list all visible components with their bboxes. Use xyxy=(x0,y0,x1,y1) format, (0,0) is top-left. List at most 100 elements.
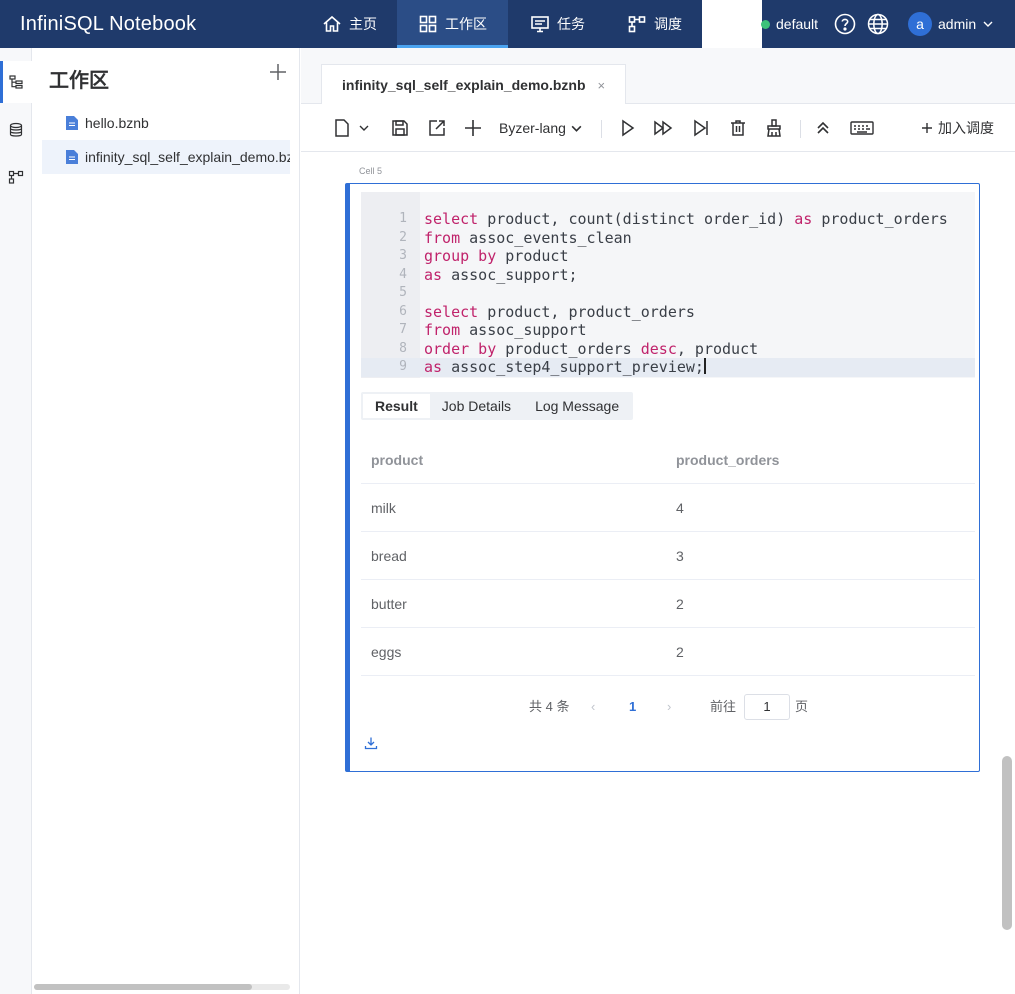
code-line[interactable]: 5 xyxy=(361,284,975,303)
editor-tab-bar: infinity_sql_self_explain_demo.bznb × xyxy=(301,48,1015,105)
table-row: butter 2 xyxy=(361,580,975,628)
line-number: 2 xyxy=(399,229,407,245)
code-text: as assoc_support; xyxy=(424,266,578,285)
new-file-button[interactable] xyxy=(331,116,371,140)
help-icon[interactable] xyxy=(834,13,856,35)
environment-selector[interactable]: default xyxy=(761,0,818,48)
tab-notebook[interactable]: infinity_sql_self_explain_demo.bznb × xyxy=(321,64,627,105)
broom-icon xyxy=(767,119,781,137)
next-page-button[interactable]: › xyxy=(667,694,671,720)
code-line[interactable]: 4 as assoc_support; xyxy=(361,266,975,285)
chevron-down-icon xyxy=(571,125,582,132)
code-line[interactable]: 2 from assoc_events_clean xyxy=(361,229,975,248)
workspace-panel: 工作区 hello.bznb infinity_sql_self_explain… xyxy=(32,48,300,994)
sql-keyword: desc xyxy=(640,339,677,358)
collapse-button[interactable] xyxy=(811,116,835,140)
file-tree-icon xyxy=(9,75,23,89)
prev-page-button[interactable]: ‹ xyxy=(591,694,595,720)
tab-job-details[interactable]: Job Details xyxy=(430,394,523,418)
file-item[interactable]: infinity_sql_self_explain_demo.bznb xyxy=(42,140,290,174)
keyboard-shortcuts-button[interactable] xyxy=(849,116,875,140)
scrollbar-thumb[interactable] xyxy=(34,984,252,990)
table-row: milk 4 xyxy=(361,484,975,532)
skip-forward-icon xyxy=(694,119,708,137)
code-line[interactable]: 8 order by product_orders desc, product xyxy=(361,340,975,359)
table-cell: eggs xyxy=(371,644,402,660)
nav-tasks-label: 任务 xyxy=(557,16,585,32)
line-number: 1 xyxy=(399,211,407,226)
nav-schedule[interactable]: 调度 xyxy=(623,0,686,48)
code-cell[interactable]: 1 select product, count(distinct order_id… xyxy=(345,183,980,772)
tab-log-message[interactable]: Log Message xyxy=(523,394,631,418)
globe-icon[interactable] xyxy=(867,13,889,35)
sql-keyword: as xyxy=(424,265,443,284)
export-button[interactable] xyxy=(425,116,449,140)
code-line[interactable]: 6 select product, product_orders xyxy=(361,303,975,322)
run-all-button[interactable] xyxy=(651,116,675,140)
nav-schedule-label: 调度 xyxy=(654,16,682,32)
add-cell-button[interactable] xyxy=(461,116,485,140)
tab-label: infinity_sql_self_explain_demo.bznb xyxy=(342,77,586,93)
database-icon xyxy=(9,122,23,137)
vertical-scrollbar[interactable] xyxy=(1002,756,1012,930)
table-cell: bread xyxy=(371,548,407,564)
run-to-end-button[interactable] xyxy=(689,116,713,140)
workspace-title: 工作区 xyxy=(49,70,109,92)
document-icon xyxy=(66,116,78,130)
language-select[interactable]: Byzer-lang xyxy=(499,117,583,139)
rail-workflow[interactable] xyxy=(0,156,32,198)
goto-page-input[interactable]: 1 xyxy=(744,694,790,720)
app-title: InfiniSQL Notebook xyxy=(20,13,197,35)
nav-workspace-label: 工作区 xyxy=(445,16,487,32)
sql-text: assoc_support; xyxy=(442,265,578,284)
code-line[interactable]: 3 group by product xyxy=(361,247,975,266)
user-name: admin xyxy=(938,16,977,32)
code-text: as assoc_step4_support_preview; xyxy=(424,358,706,377)
save-icon xyxy=(392,120,408,136)
page-number[interactable]: 1 xyxy=(629,694,636,720)
save-button[interactable] xyxy=(388,116,412,140)
pagination: 共 4 条 ‹ 1 › 前往 1 页 xyxy=(350,694,980,720)
add-to-schedule-button[interactable]: 加入调度 xyxy=(921,117,994,139)
rail-database[interactable] xyxy=(0,109,32,151)
chevron-down-icon xyxy=(983,21,993,27)
flow-icon xyxy=(8,170,24,184)
column-header[interactable]: product xyxy=(371,436,423,484)
code-editor[interactable]: 1 select product, count(distinct order_id… xyxy=(361,192,975,378)
column-header[interactable]: product_orders xyxy=(676,436,779,484)
toolbar-divider xyxy=(601,120,602,138)
horizontal-scrollbar[interactable] xyxy=(34,984,290,990)
new-file-icon xyxy=(335,119,349,137)
clear-output-button[interactable] xyxy=(762,116,786,140)
grid-icon xyxy=(419,15,437,33)
code-line[interactable]: 1 select product, count(distinct order_id… xyxy=(361,210,975,229)
play-icon xyxy=(622,119,635,137)
nav-home[interactable]: 主页 xyxy=(318,0,381,48)
page-suffix: 页 xyxy=(795,699,809,714)
code-line[interactable]: 7 from assoc_support xyxy=(361,321,975,340)
close-icon[interactable]: × xyxy=(598,78,606,93)
code-line[interactable]: 9 as assoc_step4_support_preview; xyxy=(361,358,975,377)
nav-tasks[interactable]: 任务 xyxy=(526,0,589,48)
flow-icon xyxy=(628,16,646,33)
code-text: group by product xyxy=(424,247,569,266)
rail-file-tree[interactable] xyxy=(0,61,32,103)
cell-label: Cell 5 xyxy=(359,166,383,176)
schedule-label: 加入调度 xyxy=(938,120,994,136)
download-icon[interactable] xyxy=(364,736,378,750)
plus-icon xyxy=(465,120,481,136)
toolbar-divider xyxy=(800,120,801,138)
delete-cell-button[interactable] xyxy=(726,116,750,140)
line-number: 4 xyxy=(399,266,407,282)
notebook-canvas: Cell 5 1 select product, count(distinct o… xyxy=(301,153,1015,994)
table-cell: 2 xyxy=(676,644,684,660)
sql-text: assoc_events_clean xyxy=(460,228,632,247)
file-item[interactable]: hello.bznb xyxy=(42,106,290,140)
run-cell-button[interactable] xyxy=(615,116,639,140)
table-cell: 4 xyxy=(676,500,684,516)
table-cell: milk xyxy=(371,500,396,516)
tab-result[interactable]: Result xyxy=(363,394,430,418)
nav-workspace[interactable]: 工作区 xyxy=(397,0,508,48)
user-menu[interactable]: a admin xyxy=(908,0,994,48)
add-icon[interactable] xyxy=(268,62,288,82)
